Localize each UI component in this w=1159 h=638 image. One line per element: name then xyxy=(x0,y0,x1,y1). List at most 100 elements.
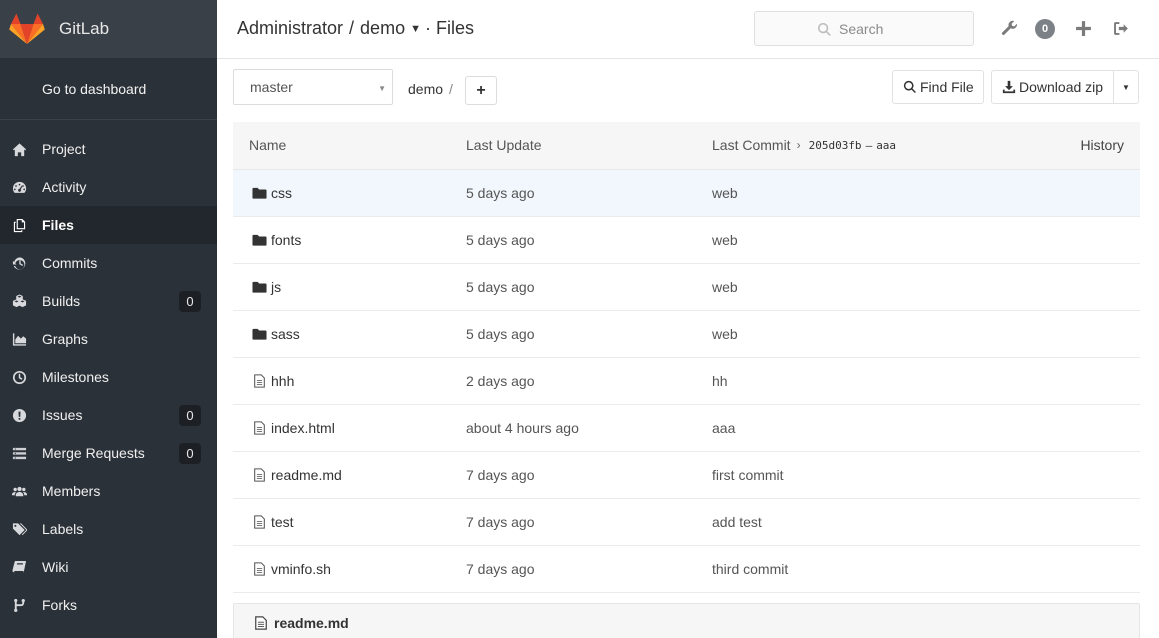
commit-message-link[interactable]: web xyxy=(712,232,738,248)
sidebar-item-labels[interactable]: Labels xyxy=(0,510,217,548)
file-text-icon xyxy=(251,420,267,436)
plus-icon[interactable] xyxy=(1073,18,1093,38)
sign-out-icon[interactable] xyxy=(1111,18,1131,38)
table-row[interactable]: index.html about 4 hours ago aaa xyxy=(233,405,1140,452)
commit-sha-link[interactable]: 205d03fb xyxy=(809,139,862,152)
last-update: 7 days ago xyxy=(466,561,535,577)
file-name-link[interactable]: vminfo.sh xyxy=(271,561,331,577)
sidebar-item-commits[interactable]: Commits xyxy=(0,244,217,282)
sidebar-item-forks[interactable]: Forks xyxy=(0,586,217,624)
wrench-icon[interactable] xyxy=(999,18,1019,38)
todos-badge[interactable]: 0 xyxy=(1035,19,1055,39)
breadcrumb-separator: / xyxy=(349,18,355,38)
brand-name: GitLab xyxy=(59,19,110,38)
commit-message-link[interactable]: aaa xyxy=(712,420,735,436)
history-icon xyxy=(10,255,28,271)
last-update: 5 days ago xyxy=(466,326,535,342)
commit-message-link[interactable]: web xyxy=(712,326,738,342)
table-row[interactable]: hhh 2 days ago hh xyxy=(233,358,1140,405)
commit-message-link[interactable]: first commit xyxy=(712,467,784,483)
commit-message-link[interactable]: hh xyxy=(712,373,728,389)
breadcrumb-owner[interactable]: Administrator xyxy=(237,18,343,39)
chevron-down-icon[interactable]: ▼ xyxy=(410,23,421,35)
sidebar-item-builds[interactable]: Builds 0 xyxy=(0,282,217,320)
file-name-link[interactable]: test xyxy=(271,514,294,530)
file-name-link[interactable]: sass xyxy=(271,326,300,342)
sidebar-item-milestones[interactable]: Milestones xyxy=(0,358,217,396)
last-commit-label: Last Commit xyxy=(712,137,791,153)
history-link[interactable]: History xyxy=(1080,137,1124,153)
table-row[interactable]: fonts 5 days ago web xyxy=(233,217,1140,264)
sidebar-item-label: Graphs xyxy=(42,331,88,347)
brand[interactable]: GitLab xyxy=(0,0,217,58)
folder-icon xyxy=(251,326,267,342)
sidebar-item-label: Activity xyxy=(42,179,87,195)
table-row[interactable]: js 5 days ago web xyxy=(233,264,1140,311)
file-name-link[interactable]: fonts xyxy=(271,232,301,248)
folder-icon xyxy=(251,185,267,201)
file-text-icon xyxy=(251,373,267,389)
file-table: Name Last Update Last Commit › 205d03fb … xyxy=(233,122,1140,593)
path-root-link[interactable]: demo xyxy=(408,81,443,97)
last-update: 7 days ago xyxy=(466,467,535,483)
table-header: Name Last Update Last Commit › 205d03fb … xyxy=(233,122,1140,170)
sidebar-item-label: Merge Requests xyxy=(42,445,145,461)
file-name-link[interactable]: index.html xyxy=(271,420,335,436)
count-badge: 0 xyxy=(179,443,201,464)
last-update: 5 days ago xyxy=(466,279,535,295)
sidebar-item-graphs[interactable]: Graphs xyxy=(0,320,217,358)
readme-title: readme.md xyxy=(274,615,349,631)
sidebar-item-label: Wiki xyxy=(42,559,69,575)
clock-icon xyxy=(10,369,28,385)
home-icon xyxy=(10,141,28,157)
count-badge: 0 xyxy=(179,291,201,312)
table-row[interactable]: css 5 days ago web xyxy=(233,170,1140,217)
sidebar-item-activity[interactable]: Activity xyxy=(0,168,217,206)
exclamation-circle-icon xyxy=(10,407,28,423)
sidebar-item-issues[interactable]: Issues 0 xyxy=(0,396,217,434)
add-file-button[interactable]: + xyxy=(465,76,497,105)
sidebar-item-files[interactable]: Files xyxy=(0,206,217,244)
sidebar-item-label: Milestones xyxy=(42,369,109,385)
sidebar-item-merge-requests[interactable]: Merge Requests 0 xyxy=(0,434,217,472)
file-name-link[interactable]: hhh xyxy=(271,373,294,389)
download-options-dropdown[interactable]: ▼ xyxy=(1113,70,1139,104)
table-body: css 5 days ago web fonts 5 days ago web js 5 da… xyxy=(233,170,1140,593)
search-icon xyxy=(903,80,916,94)
book-icon xyxy=(10,559,28,575)
tags-icon xyxy=(10,521,28,537)
search-input[interactable]: Search xyxy=(754,11,974,46)
branch-select[interactable]: master ▼ xyxy=(233,69,393,105)
table-row[interactable]: test 7 days ago add test xyxy=(233,499,1140,546)
find-file-button[interactable]: Find File xyxy=(892,70,984,104)
last-update: 2 days ago xyxy=(466,373,535,389)
sidebar-item-project[interactable]: Project xyxy=(0,130,217,168)
commit-message-link[interactable]: add test xyxy=(712,514,762,530)
download-zip-label: Download zip xyxy=(1019,79,1104,95)
area-chart-icon xyxy=(10,331,28,347)
sidebar-item-wiki[interactable]: Wiki xyxy=(0,548,217,586)
file-name-link[interactable]: js xyxy=(271,279,281,295)
sidebar-item-label: Members xyxy=(42,483,101,499)
table-row[interactable]: vminfo.sh 7 days ago third commit xyxy=(233,546,1140,593)
search-icon xyxy=(817,22,831,36)
commit-message-link[interactable]: aaa xyxy=(876,139,896,152)
download-zip-button[interactable]: Download zip xyxy=(991,70,1113,104)
sidebar-nav: Project Activity Files Commits Builds 0 Graphs… xyxy=(0,120,217,624)
breadcrumb-project[interactable]: demo xyxy=(360,18,405,39)
commit-message-link[interactable]: web xyxy=(712,185,738,201)
commit-message-link[interactable]: third commit xyxy=(712,561,788,577)
find-file-label: Find File xyxy=(920,79,974,95)
breadcrumb: Administrator / demo ▼ · Files xyxy=(237,18,474,39)
file-text-icon xyxy=(251,514,267,530)
sidebar-item-members[interactable]: Members xyxy=(0,472,217,510)
table-row[interactable]: sass 5 days ago web xyxy=(233,311,1140,358)
table-row[interactable]: readme.md 7 days ago first commit xyxy=(233,452,1140,499)
file-name-link[interactable]: css xyxy=(271,185,292,201)
commit-message-link[interactable]: web xyxy=(712,279,738,295)
branch-select-value: master xyxy=(250,79,293,95)
file-name-link[interactable]: readme.md xyxy=(271,467,342,483)
go-to-dashboard-link[interactable]: Go to dashboard xyxy=(0,58,217,120)
files-icon xyxy=(10,217,28,233)
sidebar: GitLab Go to dashboard Project Activity Fi… xyxy=(0,0,217,638)
